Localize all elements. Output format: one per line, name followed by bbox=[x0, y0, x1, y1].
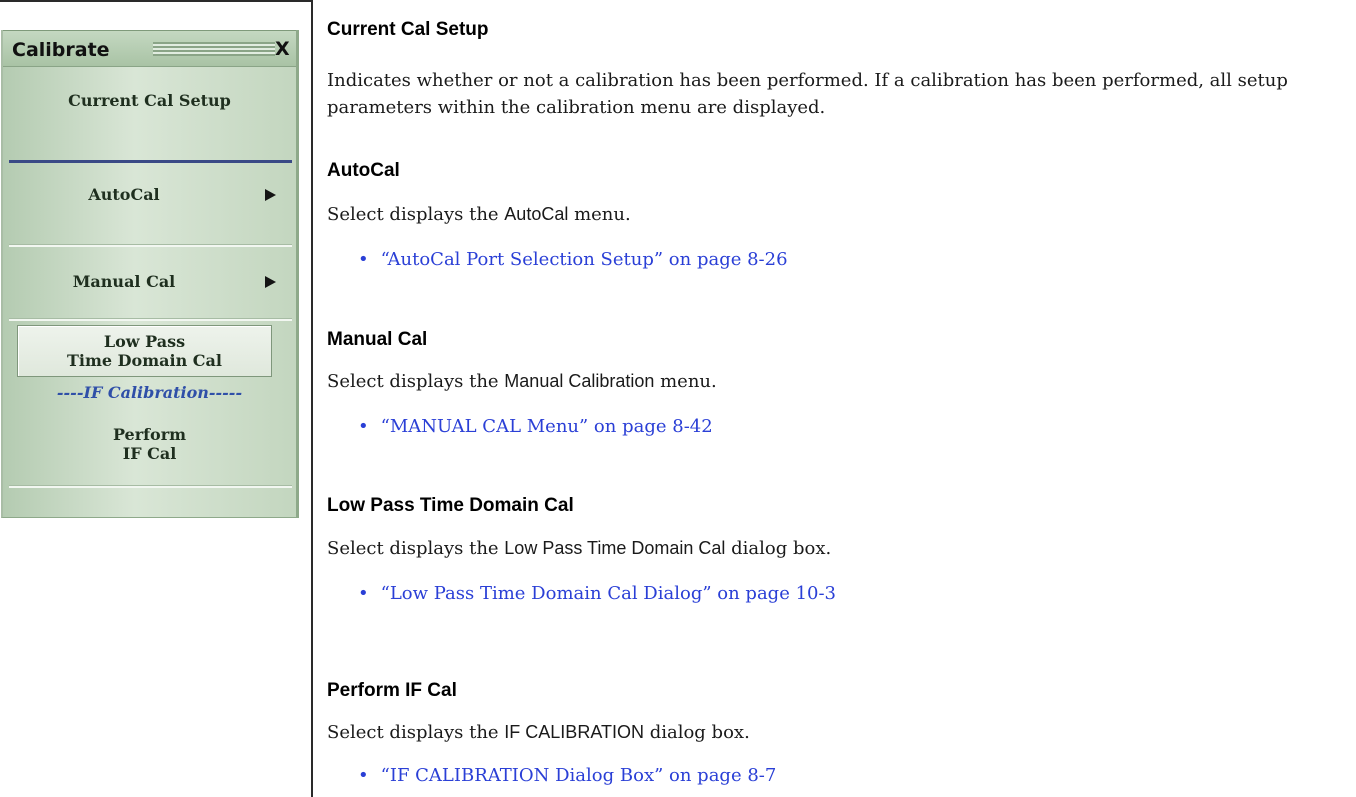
perform-if-cal-description: Select displays the IF CALIBRATION dialo… bbox=[327, 722, 750, 743]
title-grip bbox=[153, 42, 275, 56]
current-cal-setup-button[interactable]: Current Cal Setup bbox=[3, 78, 296, 123]
heading-autocal: AutoCal bbox=[327, 160, 400, 181]
manual-cal-description: Select displays the Manual Calibration m… bbox=[327, 371, 717, 392]
submenu-arrow-icon bbox=[265, 189, 276, 201]
bullet: • bbox=[358, 583, 369, 604]
heading-current-cal-setup: Current Cal Setup bbox=[327, 19, 489, 40]
ui-term: IF CALIBRATION bbox=[504, 722, 644, 742]
manual-cal-button[interactable]: Manual Cal bbox=[3, 250, 296, 314]
manual-cal-link-item: • “MANUAL CAL Menu” on page 8-42 bbox=[358, 416, 713, 437]
autocal-label: AutoCal bbox=[88, 185, 160, 204]
ui-term: AutoCal bbox=[504, 204, 569, 224]
navy-separator bbox=[9, 160, 292, 163]
submenu-arrow-icon bbox=[265, 276, 276, 288]
autocal-port-selection-link[interactable]: “AutoCal Port Selection Setup” on page 8… bbox=[381, 249, 788, 270]
current-cal-setup-description: Indicates whether or not a calibration h… bbox=[327, 70, 1288, 118]
item-separator bbox=[9, 318, 292, 321]
low-pass-label-line1: Low Pass bbox=[103, 332, 186, 351]
heading-low-pass-time-domain-cal: Low Pass Time Domain Cal bbox=[327, 495, 574, 516]
perform-label-line1: Perform bbox=[112, 425, 187, 444]
item-separator bbox=[9, 485, 292, 488]
perform-label-line2: IF Cal bbox=[122, 444, 177, 463]
manual-cal-label: Manual Cal bbox=[72, 272, 176, 291]
heading-manual-cal: Manual Cal bbox=[327, 329, 428, 350]
heading-perform-if-cal: Perform IF Cal bbox=[327, 680, 457, 701]
low-pass-description: Select displays the Low Pass Time Domain… bbox=[327, 538, 832, 559]
current-cal-setup-label: Current Cal Setup bbox=[68, 91, 231, 110]
perform-if-cal-button[interactable]: Perform IF Cal bbox=[3, 412, 296, 472]
low-pass-link-item: • “Low Pass Time Domain Cal Dialog” on pa… bbox=[358, 583, 836, 604]
autocal-button[interactable]: AutoCal bbox=[3, 170, 296, 220]
if-calibration-dialog-link[interactable]: “IF CALIBRATION Dialog Box” on page 8-7 bbox=[381, 765, 777, 786]
menu-title-bar[interactable]: Calibrate X bbox=[3, 30, 296, 67]
if-calibration-section-label: ----IF Calibration----- bbox=[56, 383, 243, 402]
autocal-link-item: • “AutoCal Port Selection Setup” on page … bbox=[358, 249, 788, 270]
manual-cal-menu-link[interactable]: “MANUAL CAL Menu” on page 8-42 bbox=[381, 416, 713, 437]
column-divider bbox=[311, 0, 313, 797]
close-button[interactable]: X bbox=[275, 38, 290, 60]
item-separator bbox=[9, 244, 292, 247]
ui-term: Low Pass Time Domain Cal bbox=[504, 538, 726, 558]
autocal-description: Select displays the AutoCal menu. bbox=[327, 204, 631, 225]
ui-term: Manual Calibration bbox=[504, 371, 655, 391]
low-pass-dialog-link[interactable]: “Low Pass Time Domain Cal Dialog” on pag… bbox=[381, 583, 836, 604]
top-rule bbox=[0, 0, 313, 2]
low-pass-label-line2: Time Domain Cal bbox=[67, 351, 222, 370]
calibrate-menu: Calibrate X Current Cal Setup AutoCal Ma… bbox=[1, 30, 299, 518]
bullet: • bbox=[358, 765, 369, 786]
bullet: • bbox=[358, 416, 369, 437]
menu-title: Calibrate bbox=[12, 39, 110, 61]
bullet: • bbox=[358, 249, 369, 270]
low-pass-time-domain-cal-button[interactable]: Low Pass Time Domain Cal bbox=[17, 325, 272, 377]
perform-if-cal-link-item: • “IF CALIBRATION Dialog Box” on page 8-7 bbox=[358, 765, 776, 786]
